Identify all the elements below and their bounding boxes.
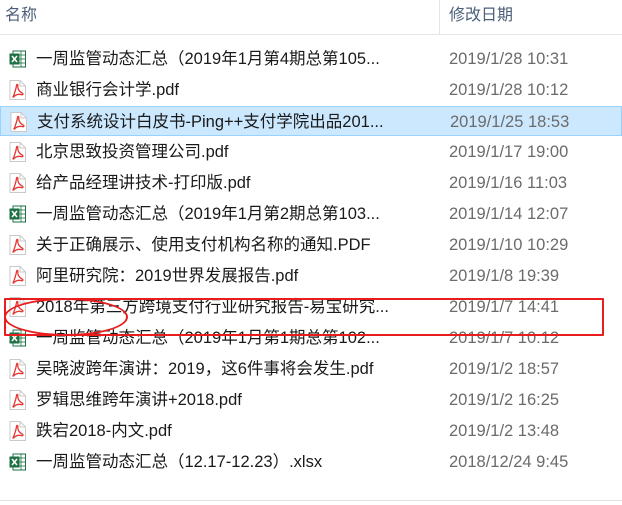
pdf-icon xyxy=(9,142,26,162)
pdf-icon xyxy=(9,421,26,441)
file-date-modified: 2019/1/8 19:39 xyxy=(449,267,560,285)
file-row-selected[interactable]: 支付系统设计白皮书-Ping++支付学院出品201... 2019/1/25 18… xyxy=(0,106,622,136)
file-date-modified: 2019/1/2 16:25 xyxy=(449,391,560,409)
file-row[interactable]: 北京思致投资管理公司.pdf 2019/1/17 19:00 xyxy=(0,137,622,167)
file-name: 一周监管动态汇总（2019年1月第1期总第102... xyxy=(36,329,380,347)
column-header-date-modified[interactable]: 修改日期 xyxy=(449,0,513,34)
pdf-icon xyxy=(9,173,26,193)
file-date-modified: 2019/1/16 11:03 xyxy=(449,174,568,192)
column-header: 名称 修改日期 xyxy=(0,0,622,35)
pdf-icon xyxy=(9,297,26,317)
file-row[interactable]: 一周监管动态汇总（12.17-12.23）.xlsx 2018/12/24 9:4… xyxy=(0,447,622,477)
file-date-modified: 2019/1/14 12:07 xyxy=(449,205,569,223)
pdf-icon xyxy=(10,112,27,132)
file-date-modified: 2019/1/10 10:29 xyxy=(449,236,569,254)
pdf-icon xyxy=(9,80,26,100)
file-name: 关于正确展示、使用支付机构名称的通知.PDF xyxy=(36,236,371,254)
file-name: 一周监管动态汇总（2019年1月第4期总第105... xyxy=(36,50,380,68)
file-row[interactable]: 关于正确展示、使用支付机构名称的通知.PDF 2019/1/10 10:29 xyxy=(0,230,622,260)
column-header-name[interactable]: 名称 xyxy=(5,0,37,34)
file-name: 吴晓波跨年演讲：2019，这6件事将会发生.pdf xyxy=(36,360,374,378)
file-date-modified: 2019/1/17 19:00 xyxy=(449,143,569,161)
file-name: 给产品经理讲技术-打印版.pdf xyxy=(36,174,251,192)
pdf-icon xyxy=(9,390,26,410)
file-date-modified: 2019/1/7 14:41 xyxy=(449,298,560,316)
excel-icon xyxy=(9,49,26,69)
file-name: 跌宕2018-内文.pdf xyxy=(36,422,172,440)
file-row[interactable]: 商业银行会计学.pdf 2019/1/28 10:12 xyxy=(0,75,622,105)
file-name: 一周监管动态汇总（2019年1月第2期总第103... xyxy=(36,205,380,223)
file-date-modified: 2019/1/2 18:57 xyxy=(449,360,560,378)
file-row[interactable]: 跌宕2018-内文.pdf 2019/1/2 13:48 xyxy=(0,416,622,446)
file-date-modified: 2019/1/28 10:12 xyxy=(449,81,569,99)
file-name: 阿里研究院：2019世界发展报告.pdf xyxy=(36,267,299,285)
list-bottom-border xyxy=(0,500,622,501)
file-row[interactable]: 一周监管动态汇总（2019年1月第4期总第105... 2019/1/28 10:… xyxy=(0,44,622,74)
file-name: 一周监管动态汇总（12.17-12.23）.xlsx xyxy=(36,453,323,471)
file-date-modified: 2019/1/2 13:48 xyxy=(449,422,560,440)
file-name: 商业银行会计学.pdf xyxy=(36,81,180,99)
file-row[interactable]: 阿里研究院：2019世界发展报告.pdf 2019/1/8 19:39 xyxy=(0,261,622,291)
file-date-modified: 2019/1/28 10:31 xyxy=(449,50,569,68)
file-name: 2018年第三方跨境支付行业研究报告-易宝研究... xyxy=(36,298,389,316)
file-date-modified: 2019/1/7 10:12 xyxy=(449,329,560,347)
excel-icon xyxy=(9,452,26,472)
excel-icon xyxy=(9,204,26,224)
file-row[interactable]: 罗辑思维跨年演讲+2018.pdf 2019/1/2 16:25 xyxy=(0,385,622,415)
file-date-modified: 2019/1/25 18:53 xyxy=(450,113,570,131)
file-row[interactable]: 吴晓波跨年演讲：2019，这6件事将会发生.pdf 2019/1/2 18:57 xyxy=(0,354,622,384)
pdf-icon xyxy=(9,235,26,255)
excel-icon xyxy=(9,328,26,348)
file-row[interactable]: 一周监管动态汇总（2019年1月第2期总第103... 2019/1/14 12:… xyxy=(0,199,622,229)
pdf-icon xyxy=(9,359,26,379)
file-date-modified: 2018/12/24 9:45 xyxy=(449,453,569,471)
file-name: 罗辑思维跨年演讲+2018.pdf xyxy=(36,391,242,409)
column-divider[interactable] xyxy=(439,0,440,34)
file-name: 支付系统设计白皮书-Ping++支付学院出品201... xyxy=(37,113,384,131)
file-row[interactable]: 一周监管动态汇总（2019年1月第1期总第102... 2019/1/7 10:1… xyxy=(0,323,622,353)
file-row[interactable]: 2018年第三方跨境支付行业研究报告-易宝研究... 2019/1/7 14:41 xyxy=(0,292,622,322)
pdf-icon xyxy=(9,266,26,286)
file-row[interactable]: 给产品经理讲技术-打印版.pdf 2019/1/16 11:03 xyxy=(0,168,622,198)
file-name: 北京思致投资管理公司.pdf xyxy=(36,143,229,161)
